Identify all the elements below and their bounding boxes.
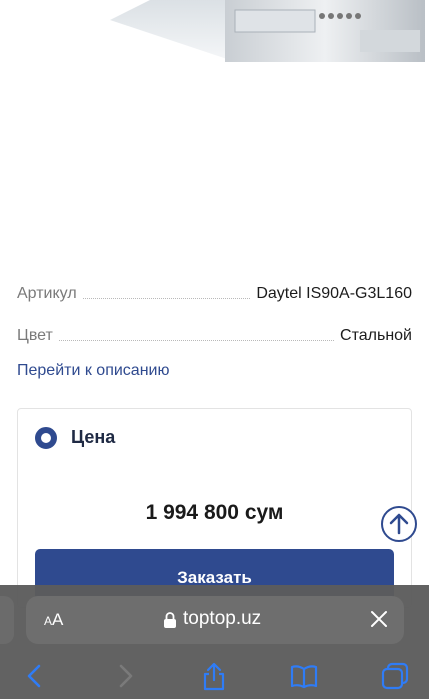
text-size-small-glyph: A [44, 614, 53, 628]
close-icon[interactable] [369, 609, 389, 629]
tabs-icon[interactable] [380, 661, 410, 691]
article-label: Артикул [17, 285, 77, 302]
text-size-button[interactable]: AA [44, 610, 63, 630]
goto-description-link[interactable]: Перейти к описанию [17, 362, 169, 380]
previous-tab-preview[interactable] [0, 596, 14, 644]
browser-bar: AA toptop.uz [0, 585, 429, 699]
color-value: Стальной [340, 327, 412, 344]
color-label: Цвет [17, 327, 53, 344]
spec-color-row: Цвет Стальной [17, 321, 412, 345]
browser-toolbar [0, 657, 429, 697]
price-title: Цена [71, 427, 116, 447]
text-size-large-glyph: A [52, 610, 64, 629]
article-value: Daytel IS90A-G3L160 [256, 285, 412, 302]
back-icon[interactable] [20, 661, 50, 691]
address-bar[interactable]: AA toptop.uz [26, 596, 404, 644]
price-radio[interactable] [35, 427, 57, 449]
url-text: toptop.uz [183, 608, 262, 629]
forward-icon[interactable] [110, 661, 140, 691]
product-image [0, 0, 429, 255]
arrow-up-icon [389, 513, 409, 535]
spec-article-row: Артикул Daytel IS90A-G3L160 [17, 279, 412, 303]
price-card: Цена 1 994 800 сум Заказать [17, 408, 412, 608]
lock-icon [164, 612, 176, 628]
share-icon[interactable] [199, 661, 229, 691]
price-value: 1 994 800 сум [145, 501, 284, 524]
dotted-leader [58, 340, 335, 341]
dotted-leader [82, 298, 251, 299]
bookmarks-icon[interactable] [289, 661, 319, 691]
scroll-to-top-button[interactable] [381, 506, 417, 542]
